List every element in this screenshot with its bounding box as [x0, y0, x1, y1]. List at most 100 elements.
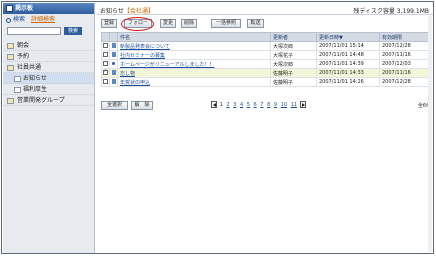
header-subject[interactable]: 件名 — [117, 32, 271, 42]
table-row: ホームページがリニューアルしました！！ 大塚次郎 2007/11/01 14:3… — [101, 59, 432, 69]
row-checkbox[interactable] — [103, 43, 108, 48]
sidebar-search-links: 検索 詳細検索 — [3, 14, 94, 26]
page-link[interactable]: 11 — [291, 102, 297, 108]
sidebar-item-sales-dev-group[interactable]: 営業開発グループ — [3, 95, 94, 106]
sidebar-item-label: 福利厚生 — [23, 86, 48, 93]
next-page-button[interactable] — [299, 101, 306, 108]
folder-icon — [7, 98, 14, 104]
row-checkbox[interactable] — [103, 52, 108, 57]
disk-space-info: 残ディスク容量 3,199.1MB — [353, 8, 429, 15]
advanced-search-link[interactable]: 詳細検索 — [31, 16, 55, 23]
table-row: 年賀状の申込 佐藤明子 2007/11/01 14:26 2007/12/28 — [101, 77, 432, 87]
sidebar-item-reservation[interactable]: 予約 — [3, 51, 94, 62]
bulletin-board-icon — [6, 5, 13, 12]
row-checkbox[interactable] — [103, 61, 108, 66]
main-content: お知らせ【会社通】 残ディスク容量 3,199.1MB 登録 フォロー 変更 削… — [97, 4, 433, 254]
board-icon — [14, 76, 21, 82]
row-expires: 2007/11/16 — [379, 50, 432, 60]
row-updated: 2007/11/01 14:26 — [316, 77, 380, 87]
row-author: 佐藤明子 — [270, 77, 317, 87]
table-header-row: 件名 更新者 更新日時▼ 有効期限 — [101, 32, 432, 42]
sidebar-item-welfare[interactable]: 福利厚生 — [3, 84, 94, 95]
register-button[interactable]: 登録 — [101, 19, 117, 28]
sidebar-item-label: 予約 — [17, 53, 30, 60]
row-updated: 2007/11/01 14:33 — [316, 68, 380, 78]
row-author: 大塚次郎 — [270, 59, 317, 69]
bullet-icon — [112, 62, 115, 65]
change-button[interactable]: 変更 — [160, 19, 176, 28]
vertical-scrollbar[interactable] — [428, 16, 432, 252]
page-link[interactable]: 10 — [281, 102, 287, 108]
row-subject[interactable]: 忘し物 — [117, 68, 271, 78]
highlight-circle — [121, 17, 154, 31]
folder-open-icon — [7, 65, 14, 71]
folder-icon — [7, 54, 14, 60]
sidebar-search-row: 検索 — [3, 26, 94, 36]
sidebar-title-text: 掲示板 — [15, 5, 34, 12]
page-link: 1 — [219, 102, 223, 108]
row-expires: 2007/12/28 — [379, 77, 432, 87]
row-expires: 2007/12/03 — [379, 59, 432, 69]
row-author: 大塚花子 — [270, 50, 317, 60]
page-title-text: お知らせ — [100, 8, 124, 15]
row-subject[interactable]: ホームページがリニューアルしました！！ — [117, 59, 271, 69]
page-link[interactable]: 9 — [274, 102, 277, 108]
page-link[interactable]: 2 — [226, 102, 229, 108]
sidebar-item-company-common[interactable]: 社員共通 — [3, 62, 94, 73]
page-link[interactable]: 4 — [240, 102, 243, 108]
row-subject[interactable]: 新製品発表会について — [117, 41, 271, 51]
pagination: 1 2 3 4 5 6 7 8 9 10 11 — [211, 101, 306, 110]
row-subject[interactable]: 年賀状の申込 — [117, 77, 271, 87]
sidebar-item-label: お知らせ — [23, 75, 47, 82]
document-icon — [111, 70, 116, 75]
sidebar-item-morning-meeting[interactable]: 朝会 — [3, 40, 94, 51]
document-icon — [111, 52, 116, 57]
sidebar-item-label: 社員共通 — [17, 64, 42, 71]
app-window: 掲示板 検索 詳細検索 検索 朝会 予約 社員共通 お知らせ 福利厚生 営業開発… — [1, 1, 434, 254]
sidebar: 掲示板 検索 詳細検索 検索 朝会 予約 社員共通 お知らせ 福利厚生 営業開発… — [3, 3, 95, 253]
row-checkbox[interactable] — [103, 79, 108, 84]
header-author[interactable]: 更新者 — [270, 32, 317, 42]
page-link[interactable]: 7 — [260, 102, 263, 108]
row-author: 佐藤明子 — [270, 68, 317, 78]
row-author: 大塚次郎 — [270, 41, 317, 51]
clear-selection-button[interactable]: 解 除 — [131, 101, 153, 110]
table-row: 忘し物 佐藤明子 2007/11/01 14:33 2007/11/16 — [101, 68, 432, 78]
page-link[interactable]: 3 — [233, 102, 236, 108]
sidebar-item-notices[interactable]: お知らせ — [3, 73, 94, 84]
search-input[interactable] — [7, 27, 61, 35]
row-subject[interactable]: 社内セミナーの募集 — [117, 50, 271, 60]
header-updated[interactable]: 更新日時▼ — [316, 32, 380, 42]
prev-page-button[interactable] — [211, 101, 217, 108]
row-updated: 2007/11/01 14:39 — [316, 59, 380, 69]
main-header: お知らせ【会社通】 残ディスク容量 3,199.1MB — [97, 4, 433, 15]
document-icon — [111, 79, 116, 84]
page-link[interactable]: 6 — [254, 102, 257, 108]
transfer-button[interactable]: 転送 — [247, 19, 264, 28]
row-expires: 2007/11/16 — [379, 68, 432, 78]
select-all-button[interactable]: 全選択 — [101, 101, 128, 110]
page-link[interactable]: 5 — [247, 102, 250, 108]
header-checkbox — [101, 32, 110, 42]
search-link[interactable]: 検索 — [13, 16, 25, 23]
delete-button[interactable]: 削除 — [181, 19, 197, 28]
row-checkbox[interactable] — [103, 70, 108, 75]
board-icon — [14, 87, 21, 93]
row-updated: 2007/11/01 15:14 — [316, 41, 380, 51]
sidebar-item-label: 営業開発グループ — [17, 97, 65, 104]
header-icon — [109, 32, 118, 42]
page-link[interactable]: 8 — [267, 102, 270, 108]
search-button[interactable]: 検索 — [64, 27, 82, 35]
bulk-reference-button[interactable]: 一括参照 — [211, 19, 241, 28]
sidebar-item-label: 朝会 — [17, 42, 30, 49]
row-expires: 2007/12/28 — [379, 41, 432, 51]
search-icon — [6, 18, 11, 23]
header-expires[interactable]: 有効期限 — [379, 32, 432, 42]
sidebar-title: 掲示板 — [3, 3, 94, 14]
row-updated: 2007/11/01 14:48 — [316, 50, 380, 60]
notice-table: 件名 更新者 更新日時▼ 有効期限 新製品発表会について 大塚次郎 2007/1… — [101, 32, 432, 87]
table-footer: 全選択 解 除 1 2 3 4 5 6 7 8 9 10 11 全6件 — [101, 101, 431, 113]
page-title-flag: 【会社通】 — [123, 8, 154, 15]
page-title: お知らせ【会社通】 — [100, 6, 154, 15]
document-icon — [111, 43, 116, 48]
